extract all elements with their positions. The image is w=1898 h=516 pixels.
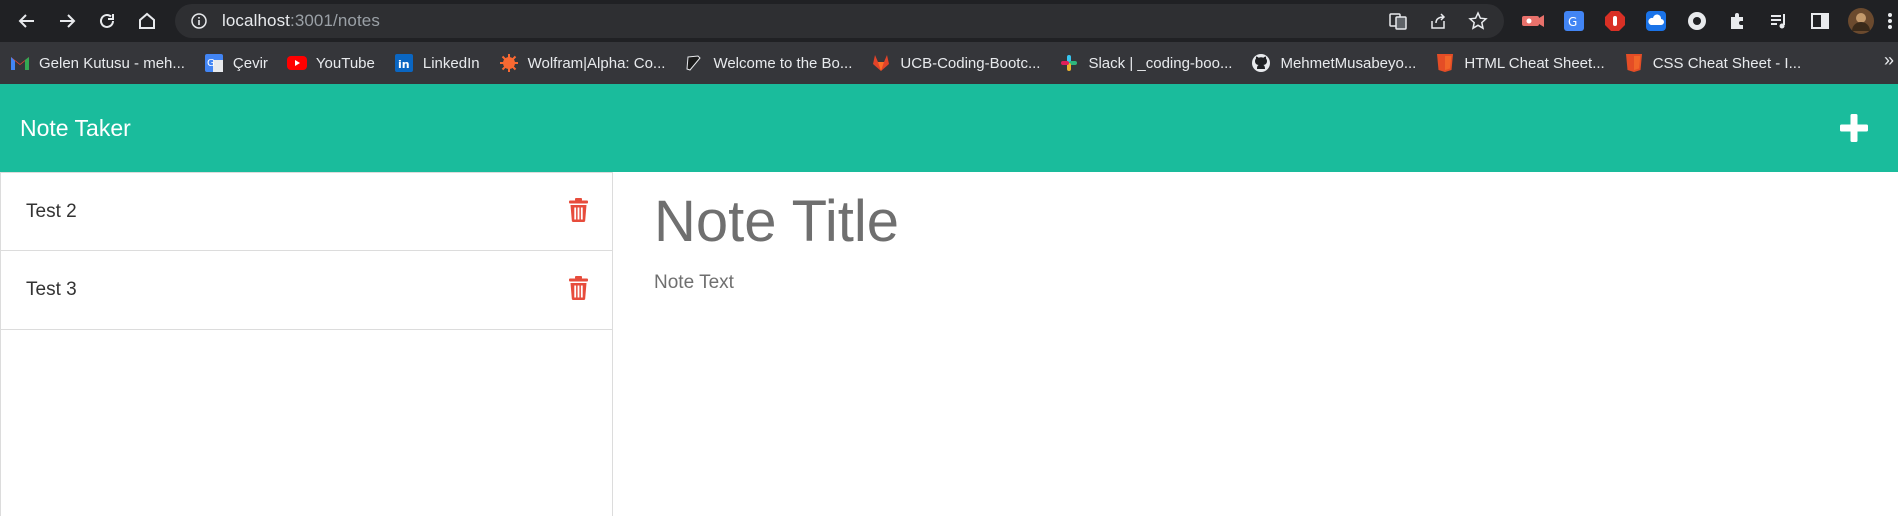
bookmark-star-icon[interactable]: [1464, 7, 1492, 35]
arrow-left-icon: [18, 14, 34, 28]
app-navbar: Note Taker: [0, 84, 1898, 172]
home-icon: [139, 12, 155, 29]
google-translate-icon: G: [204, 53, 224, 73]
trash-icon: [568, 276, 588, 300]
gmail-icon: [10, 53, 30, 73]
gitlab-icon: [871, 53, 891, 73]
share-icon[interactable]: [1424, 7, 1452, 35]
svg-text:in: in: [398, 58, 410, 71]
bookmarks-bar: Gelen Kutusu - meh... G Çevir YouTube in…: [0, 42, 1898, 84]
menu-kebab-icon[interactable]: [1884, 3, 1896, 39]
bookmark-label: HTML Cheat Sheet...: [1464, 54, 1605, 72]
side-panel-icon[interactable]: [1802, 3, 1838, 39]
more-bookmarks-button[interactable]: »: [1884, 50, 1894, 71]
bookmark-label: Wolfram|Alpha: Co...: [527, 54, 666, 72]
new-note-button[interactable]: [1838, 112, 1870, 144]
puzzle-icon[interactable]: [1720, 3, 1756, 39]
bookmark-gmail[interactable]: Gelen Kutusu - meh...: [0, 47, 194, 79]
reading-list-icon[interactable]: [1761, 3, 1797, 39]
html5-icon: [1435, 53, 1455, 73]
arrow-right-icon: [60, 14, 76, 28]
bookmark-youtube[interactable]: YouTube: [277, 47, 384, 79]
reload-icon: [100, 13, 114, 28]
youtube-icon: [286, 53, 307, 73]
extensions-bar: G: [1515, 0, 1896, 42]
url-text: localhost:3001/notes: [222, 11, 380, 31]
slack-icon: [1059, 53, 1079, 73]
bookmark-wolfram[interactable]: Wolfram|Alpha: Co...: [489, 47, 675, 79]
url-host: localhost: [222, 11, 290, 30]
bookmark-css-cheat[interactable]: CSS Cheat Sheet - I...: [1614, 47, 1810, 79]
delete-note-button[interactable]: [568, 197, 588, 223]
recorder-extension-icon[interactable]: [1515, 3, 1551, 39]
bookmark-label: Çevir: [232, 54, 268, 72]
bookmark-welcome[interactable]: Welcome to the Bo...: [674, 47, 861, 79]
address-bar[interactable]: localhost:3001/notes: [175, 4, 1504, 38]
browser-toolbar: localhost:3001/notes G: [0, 0, 1898, 42]
adblock-icon[interactable]: [1597, 3, 1633, 39]
app-title[interactable]: Note Taker: [20, 115, 131, 142]
profile-avatar[interactable]: [1843, 3, 1879, 39]
delete-note-button[interactable]: [568, 275, 588, 301]
bookmark-label: UCB-Coding-Bootc...: [900, 54, 1041, 72]
bookmark-translate[interactable]: G Çevir: [194, 47, 277, 79]
forward-button[interactable]: [47, 0, 87, 42]
reload-button[interactable]: [87, 0, 127, 42]
bookmark-slack[interactable]: Slack | _coding-boo...: [1049, 47, 1241, 79]
bookmark-linkedin[interactable]: in LinkedIn: [384, 47, 489, 79]
github-icon: [1251, 53, 1271, 73]
bookmark-label: LinkedIn: [422, 54, 480, 72]
svg-text:G: G: [1568, 15, 1577, 29]
back-button[interactable]: [7, 0, 47, 42]
bookmark-gitlab[interactable]: UCB-Coding-Bootc...: [861, 47, 1049, 79]
note-list: Test 2 Test 3: [0, 172, 613, 516]
note-text-input[interactable]: [654, 272, 1854, 472]
bookmark-html-cheat[interactable]: HTML Cheat Sheet...: [1425, 47, 1613, 79]
svg-text:G: G: [207, 58, 215, 69]
note-title-label: Test 3: [26, 279, 77, 300]
wolfram-icon: [499, 53, 519, 73]
circle-extension-icon[interactable]: [1679, 3, 1715, 39]
note-editor: [614, 172, 1898, 516]
url-path: :3001/notes: [290, 11, 380, 30]
css-icon: [1624, 53, 1644, 73]
cloud-icon[interactable]: [1638, 3, 1674, 39]
bookmark-label: CSS Cheat Sheet - I...: [1652, 54, 1802, 72]
home-button[interactable]: [127, 0, 167, 42]
info-icon[interactable]: [190, 12, 208, 30]
list-item[interactable]: Test 3: [1, 251, 612, 330]
translate-icon[interactable]: [1384, 7, 1412, 35]
note-title-input[interactable]: [654, 186, 1854, 256]
google-translate-extension-icon[interactable]: G: [1556, 3, 1592, 39]
book-icon: [684, 53, 704, 73]
bookmark-label: Welcome to the Bo...: [713, 54, 853, 72]
note-title-label: Test 2: [26, 200, 77, 222]
bookmark-label: MehmetMusabeyo...: [1280, 54, 1417, 72]
trash-icon: [568, 198, 588, 222]
bookmark-github[interactable]: MehmetMusabeyo...: [1241, 47, 1425, 79]
linkedin-icon: in: [394, 53, 414, 73]
list-item[interactable]: Test 2: [1, 172, 612, 251]
plus-icon: [1840, 114, 1868, 142]
bookmark-label: YouTube: [315, 54, 375, 72]
bookmark-label: Slack | _coding-boo...: [1088, 54, 1233, 72]
bookmark-label: Gelen Kutusu - meh...: [39, 54, 185, 72]
